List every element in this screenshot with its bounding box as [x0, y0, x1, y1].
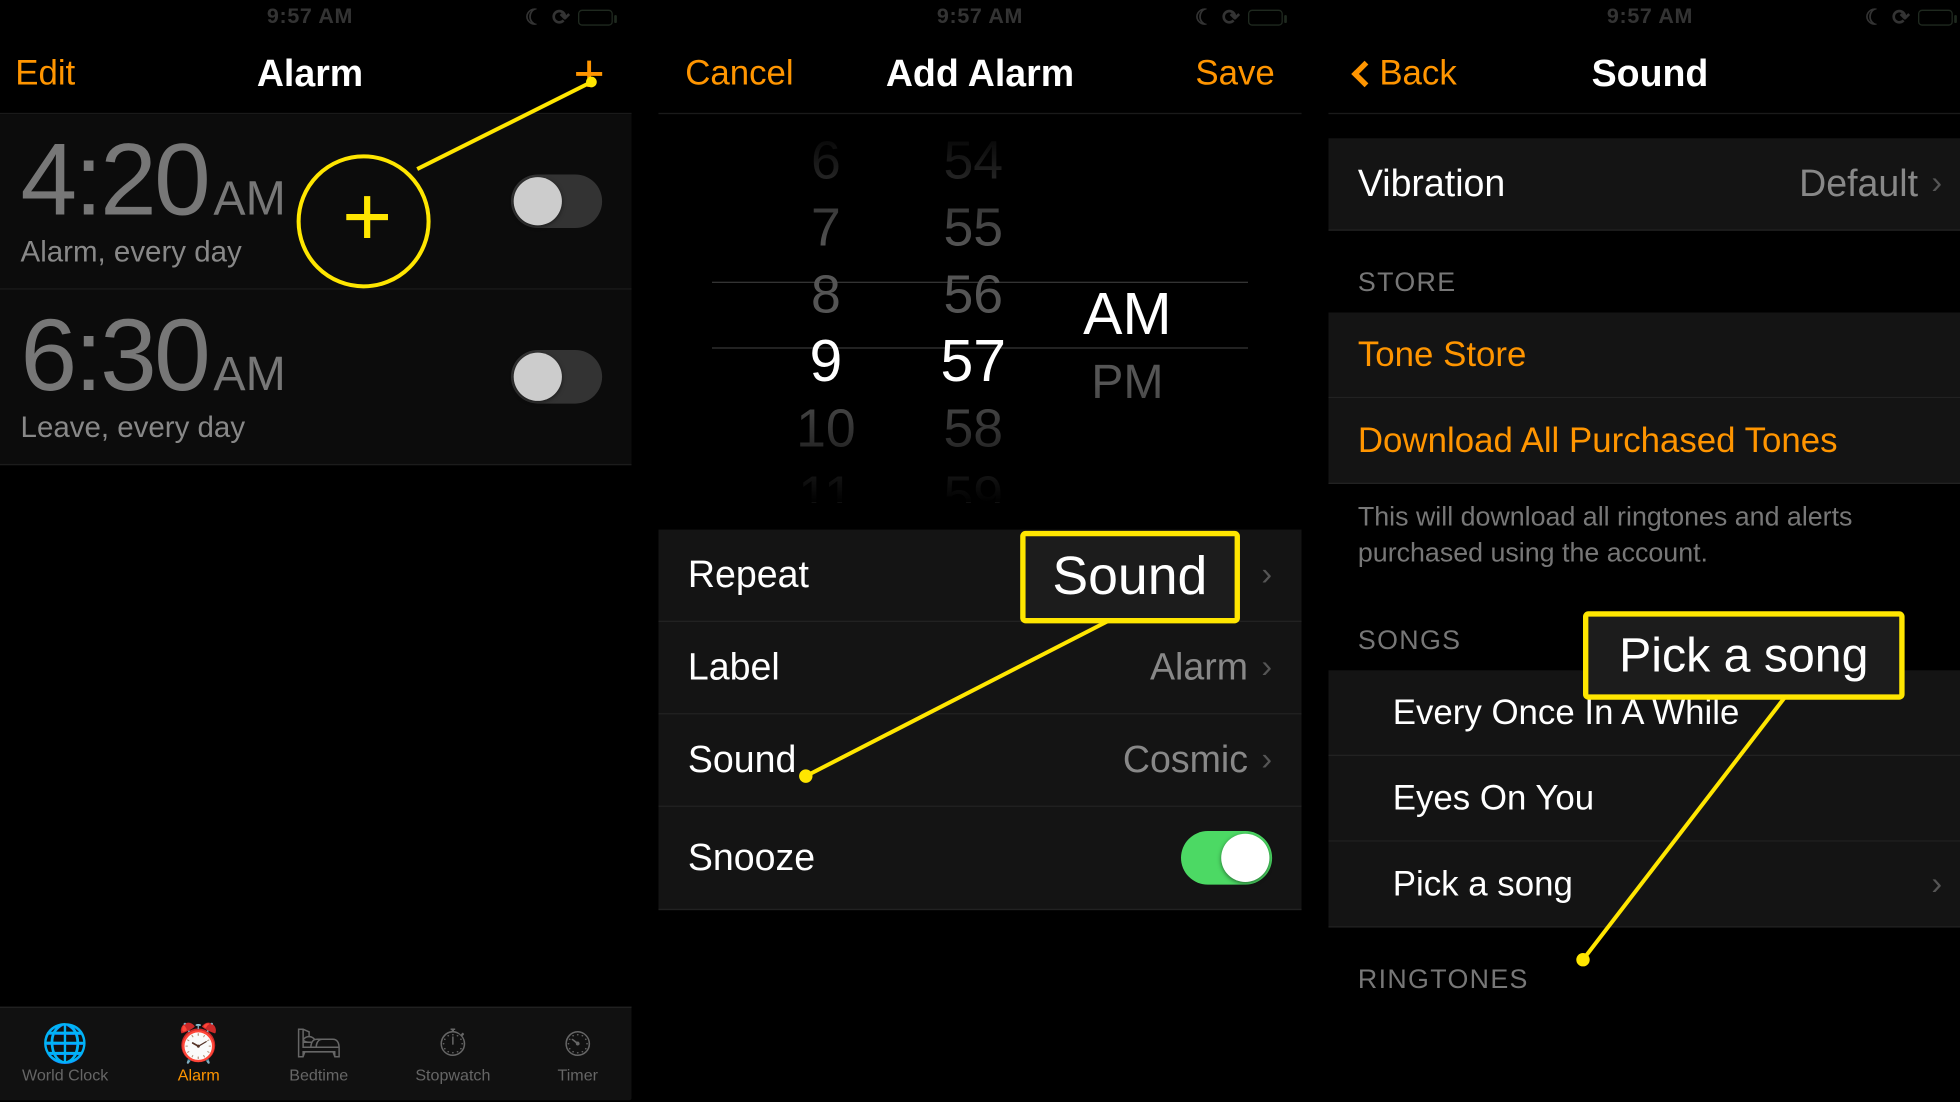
store-header: STORE — [1328, 231, 1960, 313]
alarm-icon: ⏰ — [175, 1025, 222, 1063]
save-button[interactable]: Save — [1154, 53, 1275, 95]
song-item[interactable]: Eyes On You — [1328, 756, 1960, 842]
chevron-right-icon: › — [1931, 865, 1942, 903]
annotation-pick-song-callout: Pick a song — [1583, 611, 1905, 699]
hour-wheel[interactable]: 6789101112 — [752, 128, 899, 503]
nav-bar: Edit Alarm + — [0, 34, 632, 114]
alarm-row[interactable]: 6:30AM Leave, every day — [0, 290, 632, 466]
nav-bar: Back Sound — [1328, 34, 1960, 114]
sound-row[interactable]: Sound Cosmic› — [658, 714, 1301, 806]
sound-selection-screen: 9:57 AM ☾⟳ Back Sound Vibration Default›… — [1328, 2, 1960, 1101]
cancel-button[interactable]: Cancel — [685, 53, 806, 95]
ampm-wheel[interactable]: AMPM — [1047, 128, 1208, 503]
alarm-caption: Alarm, every day — [21, 235, 286, 270]
edit-button[interactable]: Edit — [15, 53, 136, 95]
status-bar: 9:57 AM ☾⟳ — [1328, 2, 1960, 34]
back-button[interactable]: Back — [1355, 53, 1476, 95]
status-bar: 9:57 AM ☾⟳ — [0, 2, 632, 34]
nav-title: Sound — [1476, 52, 1824, 95]
tab-timer[interactable]: ⏲Timer — [558, 1025, 598, 1084]
alarm-time: 4:20 — [21, 124, 208, 238]
status-time: 9:57 AM — [1607, 6, 1693, 30]
status-time: 9:57 AM — [267, 6, 353, 30]
tab-bar: 🌐World Clock ⏰Alarm 🛏Bedtime ⏱Stopwatch … — [0, 1007, 632, 1101]
annotation-plus-icon: + — [342, 173, 392, 259]
download-tones-link[interactable]: Download All Purchased Tones — [1328, 398, 1960, 484]
alarm-list-screen: 9:57 AM ☾⟳ Edit Alarm + 4:20AM Alarm, ev… — [0, 2, 632, 1101]
annotation-sound-callout: Sound — [1020, 531, 1239, 623]
nav-bar: Cancel Add Alarm Save — [658, 34, 1301, 114]
add-alarm-screen: 9:57 AM ☾⟳ Cancel Add Alarm Save 6789101… — [658, 2, 1301, 1101]
chevron-right-icon: › — [1931, 165, 1942, 203]
add-alarm-button[interactable]: + — [484, 46, 605, 100]
globe-icon: 🌐 — [42, 1025, 89, 1063]
store-note: This will download all ringtones and ale… — [1328, 484, 1960, 589]
snooze-toggle[interactable] — [1181, 831, 1272, 885]
pick-a-song-row[interactable]: Pick a song › — [1328, 842, 1960, 928]
time-picker[interactable]: 6789101112 54555657585900 AMPM — [658, 128, 1301, 503]
chevron-right-icon: › — [1261, 741, 1272, 779]
back-icon — [1351, 61, 1378, 88]
alarm-ampm: AM — [213, 170, 285, 225]
nav-title: Add Alarm — [806, 52, 1154, 95]
alarm-toggle[interactable] — [511, 350, 602, 404]
vibration-row[interactable]: Vibration Default› — [1328, 138, 1960, 230]
alarm-toggle[interactable] — [511, 175, 602, 229]
alarm-caption: Leave, every day — [21, 411, 286, 446]
timer-icon: ⏲ — [563, 1025, 592, 1063]
tab-bedtime[interactable]: 🛏Bedtime — [289, 1025, 348, 1084]
tab-alarm[interactable]: ⏰Alarm — [175, 1025, 222, 1084]
ringtones-header: RINGTONES — [1328, 928, 1960, 1010]
snooze-row: Snooze — [658, 807, 1301, 910]
chevron-right-icon: › — [1261, 649, 1272, 687]
alarm-time: 6:30 — [21, 299, 208, 413]
tab-stopwatch[interactable]: ⏱Stopwatch — [415, 1025, 490, 1084]
minute-wheel[interactable]: 54555657585900 — [900, 128, 1047, 503]
tab-world-clock[interactable]: 🌐World Clock — [22, 1025, 108, 1084]
stopwatch-icon: ⏱ — [438, 1025, 467, 1063]
bed-icon: 🛏 — [295, 1025, 343, 1063]
alarm-ampm: AM — [213, 346, 285, 401]
status-time: 9:57 AM — [937, 6, 1023, 30]
chevron-right-icon: › — [1261, 556, 1272, 594]
status-bar: 9:57 AM ☾⟳ — [658, 2, 1301, 34]
plus-icon: + — [573, 44, 604, 103]
label-row[interactable]: Label Alarm› — [658, 622, 1301, 714]
nav-title: Alarm — [136, 52, 484, 95]
tone-store-link[interactable]: Tone Store — [1328, 312, 1960, 398]
